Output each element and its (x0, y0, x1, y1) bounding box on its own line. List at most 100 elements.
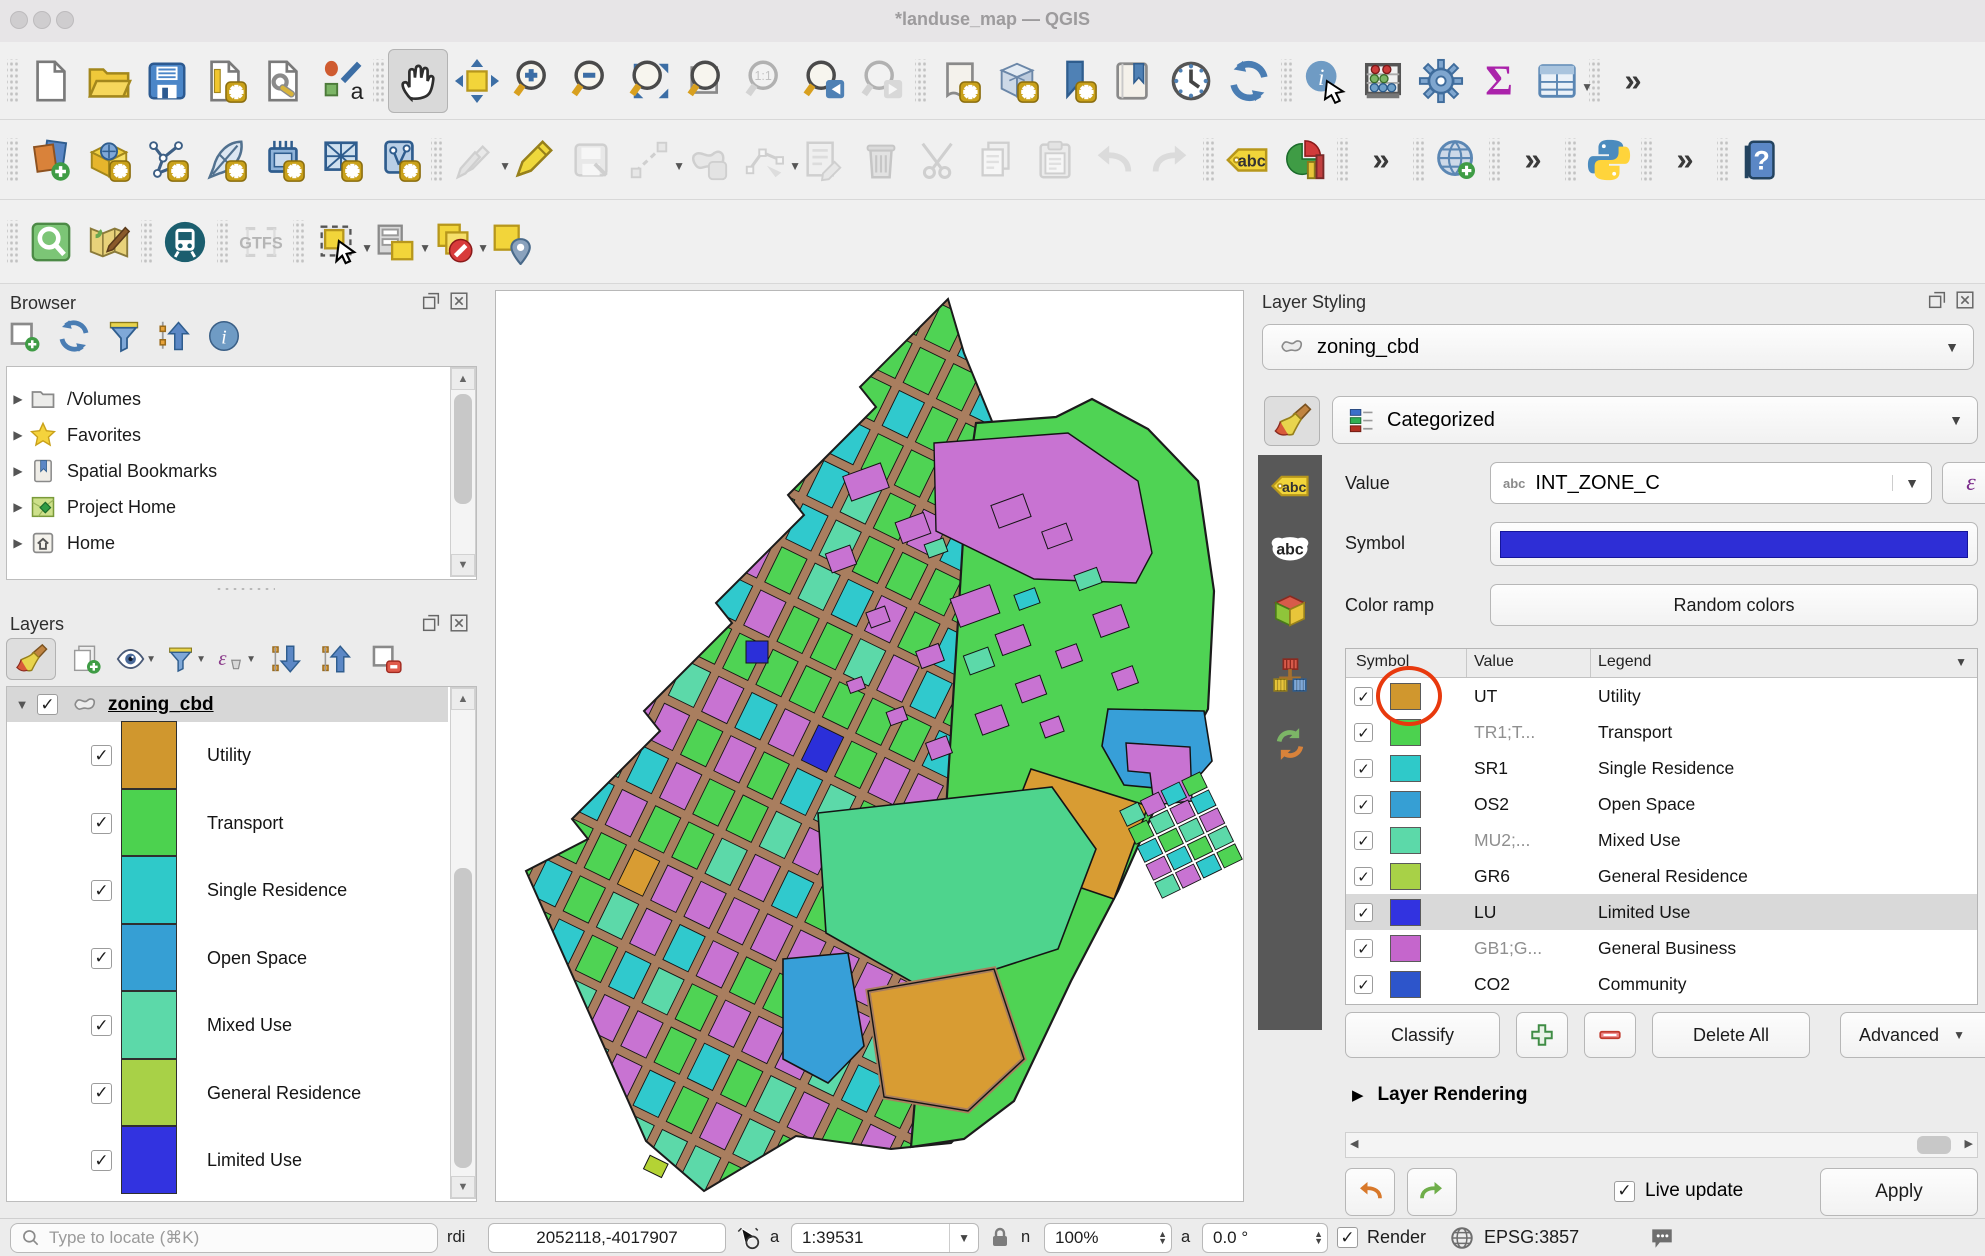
color-ramp-button[interactable]: Random colors (1490, 584, 1978, 626)
quickosm-icon[interactable] (22, 211, 80, 273)
save-layer-edits-icon[interactable] (562, 129, 620, 191)
classify-button[interactable]: Classify (1345, 1012, 1500, 1058)
category-swatch[interactable] (1390, 899, 1421, 926)
messages-icon[interactable] (1648, 1225, 1676, 1251)
category-swatch[interactable] (1390, 935, 1421, 962)
open-layer-styling-icon[interactable] (6, 638, 56, 680)
category-checkbox[interactable]: ✓ (1354, 759, 1373, 778)
magnifier-spin[interactable]: 100%▲▼ (1044, 1223, 1172, 1253)
add-group-icon[interactable] (66, 639, 106, 679)
renderer-selector[interactable]: Categorized ▼ (1332, 396, 1978, 444)
zoom-native-icon[interactable]: 1:1 (738, 50, 796, 112)
toolbar-handle[interactable] (7, 220, 19, 264)
new-spatialite-layer-icon[interactable] (254, 129, 312, 191)
browser-item-home[interactable]: ▶Home (7, 525, 476, 561)
digitize-segment-icon[interactable]: ▼ (620, 129, 678, 191)
zoom-next-icon[interactable] (854, 50, 912, 112)
layer-rendering-section[interactable]: ▶ Layer Rendering (1352, 1084, 1527, 1106)
layer-row-zoning-cbd[interactable]: ▼ ✓ zoning_cbd (7, 687, 448, 722)
pan-map-icon[interactable] (388, 49, 448, 113)
legend-checkbox[interactable]: ✓ (91, 1015, 112, 1036)
legend-swatch[interactable] (121, 721, 177, 789)
new-virtual-layer-icon[interactable] (312, 129, 370, 191)
legend-swatch[interactable] (121, 789, 177, 857)
new-spatial-bookmark-icon[interactable] (1046, 50, 1104, 112)
browser-scrollbar[interactable]: ▲ ▼ (450, 367, 476, 577)
legend-item-general-residence[interactable]: ✓General Residence (7, 1060, 448, 1128)
close-panel-icon[interactable] (448, 612, 470, 634)
category-checkbox[interactable]: ✓ (1354, 723, 1373, 742)
modify-attributes-icon[interactable] (794, 129, 852, 191)
zoom-last-icon[interactable] (796, 50, 854, 112)
styling-undo-button[interactable] (1345, 1168, 1395, 1216)
category-row-gb1g[interactable]: ✓GB1;G...General Business (1346, 930, 1977, 966)
help-icon[interactable]: ? (1732, 129, 1790, 191)
browser-item-favorites[interactable]: ▶Favorites (7, 417, 476, 453)
legend-item-utility[interactable]: ✓Utility (7, 722, 448, 790)
toolbar-handle[interactable] (431, 138, 443, 182)
legend-item-limited-use[interactable]: ✓Limited Use (7, 1127, 448, 1195)
legend-swatch[interactable] (121, 1126, 177, 1194)
legend-checkbox[interactable]: ✓ (91, 1150, 112, 1171)
view3d-tab-icon[interactable] (1266, 590, 1314, 634)
toolbar-handle[interactable] (7, 59, 19, 103)
live-update-control[interactable]: ✓ Live update (1614, 1180, 1743, 1202)
toggle-editing-icon[interactable] (504, 129, 562, 191)
category-checkbox[interactable]: ✓ (1354, 795, 1373, 814)
legend-swatch[interactable] (121, 924, 177, 992)
toolbar-handle[interactable] (1413, 138, 1425, 182)
expand-arrow-icon[interactable]: ▶ (7, 536, 29, 550)
panel-splitter[interactable] (215, 586, 275, 592)
crs-globe-icon[interactable] (1449, 1225, 1475, 1251)
styling-layer-selector[interactable]: zoning_cbd ▼ (1262, 324, 1974, 370)
scale-combo[interactable]: 1:39531 ▼ (791, 1223, 979, 1253)
refresh-browser-icon[interactable] (56, 318, 92, 354)
layers-scrollbar[interactable]: ▲ ▼ (450, 687, 476, 1199)
new-project-icon[interactable] (22, 50, 80, 112)
collapse-all-layers-icon[interactable] (316, 639, 356, 679)
manage-themes-icon[interactable]: ▼ (116, 639, 156, 679)
diagrams-tab-icon[interactable] (1266, 653, 1314, 697)
browser-properties-icon[interactable]: i (206, 318, 242, 354)
style-manager-icon[interactable]: a (312, 50, 370, 112)
toolbar-handle[interactable] (1337, 138, 1349, 182)
overflow-icon[interactable]: » (1504, 129, 1562, 191)
coordinate-field[interactable]: 2052118,-4017907 (488, 1223, 726, 1253)
move-feature-icon[interactable] (678, 129, 736, 191)
legend-checkbox[interactable]: ✓ (91, 948, 112, 969)
toolbar-handle[interactable] (7, 138, 19, 182)
layer-visibility-checkbox[interactable]: ✓ (37, 694, 58, 715)
category-row-gr6[interactable]: ✓GR6General Residence (1346, 858, 1977, 894)
advanced-button[interactable]: Advanced▼ (1840, 1012, 1985, 1058)
category-row-os2[interactable]: ✓OS2Open Space (1346, 786, 1977, 822)
category-row-tr1t[interactable]: ✓TR1;T...Transport (1346, 714, 1977, 750)
select-features-icon[interactable]: ▼ (308, 211, 366, 273)
select-by-location-icon[interactable] (482, 211, 540, 273)
show-layout-manager-icon[interactable] (254, 50, 312, 112)
toolbar-handle[interactable] (373, 59, 385, 103)
cut-features-icon[interactable] (910, 129, 968, 191)
layer-diagram-icon[interactable] (1276, 129, 1334, 191)
category-checkbox[interactable]: ✓ (1354, 975, 1373, 994)
legend-checkbox[interactable]: ✓ (91, 880, 112, 901)
legend-swatch[interactable] (121, 1059, 177, 1127)
remove-category-button[interactable] (1584, 1012, 1636, 1058)
category-checkbox[interactable]: ✓ (1354, 831, 1373, 850)
toolbar-handle[interactable] (1565, 138, 1577, 182)
add-vector-layer-icon[interactable] (80, 129, 138, 191)
statistical-summary-icon[interactable] (1354, 50, 1412, 112)
new-memory-layer-icon[interactable] (370, 129, 428, 191)
metasearch-icon[interactable] (1428, 129, 1486, 191)
filter-browser-icon[interactable] (106, 318, 142, 354)
toolbar-handle[interactable] (1489, 138, 1501, 182)
live-update-checkbox[interactable]: ✓ (1614, 1181, 1635, 1202)
remove-layer-icon[interactable] (366, 639, 406, 679)
legend-item-open-space[interactable]: ✓Open Space (7, 925, 448, 993)
toolbar-handle[interactable] (1203, 138, 1215, 182)
symbology-tab[interactable] (1264, 396, 1320, 446)
zoom-full-icon[interactable] (622, 50, 680, 112)
locator-input[interactable]: Type to locate (⌘K) (10, 1223, 438, 1253)
category-checkbox[interactable]: ✓ (1354, 903, 1373, 922)
expand-all-icon[interactable] (266, 639, 306, 679)
category-swatch[interactable] (1390, 971, 1421, 998)
